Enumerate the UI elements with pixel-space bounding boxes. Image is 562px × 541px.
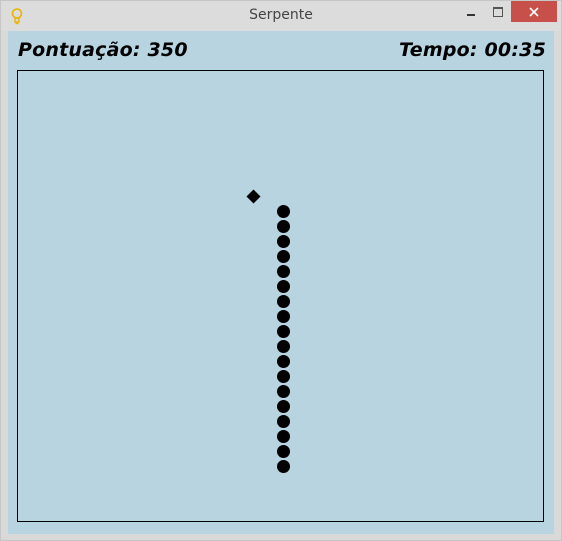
snake-segment — [277, 400, 290, 413]
snake-segment — [277, 220, 290, 233]
snake-head — [277, 205, 290, 218]
snake-segment — [277, 385, 290, 398]
snake-segment — [277, 355, 290, 368]
close-icon — [529, 2, 539, 21]
minimize-button[interactable] — [460, 1, 482, 22]
snake-segment — [277, 295, 290, 308]
maximize-button[interactable] — [487, 1, 509, 22]
snake-segment — [277, 325, 290, 338]
minimize-icon — [467, 13, 475, 16]
title-bar[interactable]: Serpente — [1, 1, 561, 31]
game-area: Pontuação: 350 Tempo: 00:35 — [8, 31, 554, 534]
food-item — [246, 189, 261, 204]
snake-segment — [277, 415, 290, 428]
snake-segment — [277, 235, 290, 248]
snake-segment — [277, 280, 290, 293]
snake-segment — [277, 310, 290, 323]
close-button[interactable] — [511, 1, 557, 22]
app-window: Serpente Pontuação: 350 Tempo: 00:35 — [0, 0, 562, 541]
snake-segment — [277, 460, 290, 473]
snake-segment — [277, 445, 290, 458]
maximize-icon — [493, 6, 503, 17]
snake-segment — [277, 265, 290, 278]
time-label: Tempo: 00:35 — [399, 39, 546, 61]
snake-segment — [277, 430, 290, 443]
game-canvas — [246, 189, 290, 473]
game-field[interactable] — [17, 70, 544, 522]
snake-segment — [277, 250, 290, 263]
snake-segment — [277, 340, 290, 353]
score-label: Pontuação: 350 — [18, 39, 188, 61]
snake-segment — [277, 370, 290, 383]
